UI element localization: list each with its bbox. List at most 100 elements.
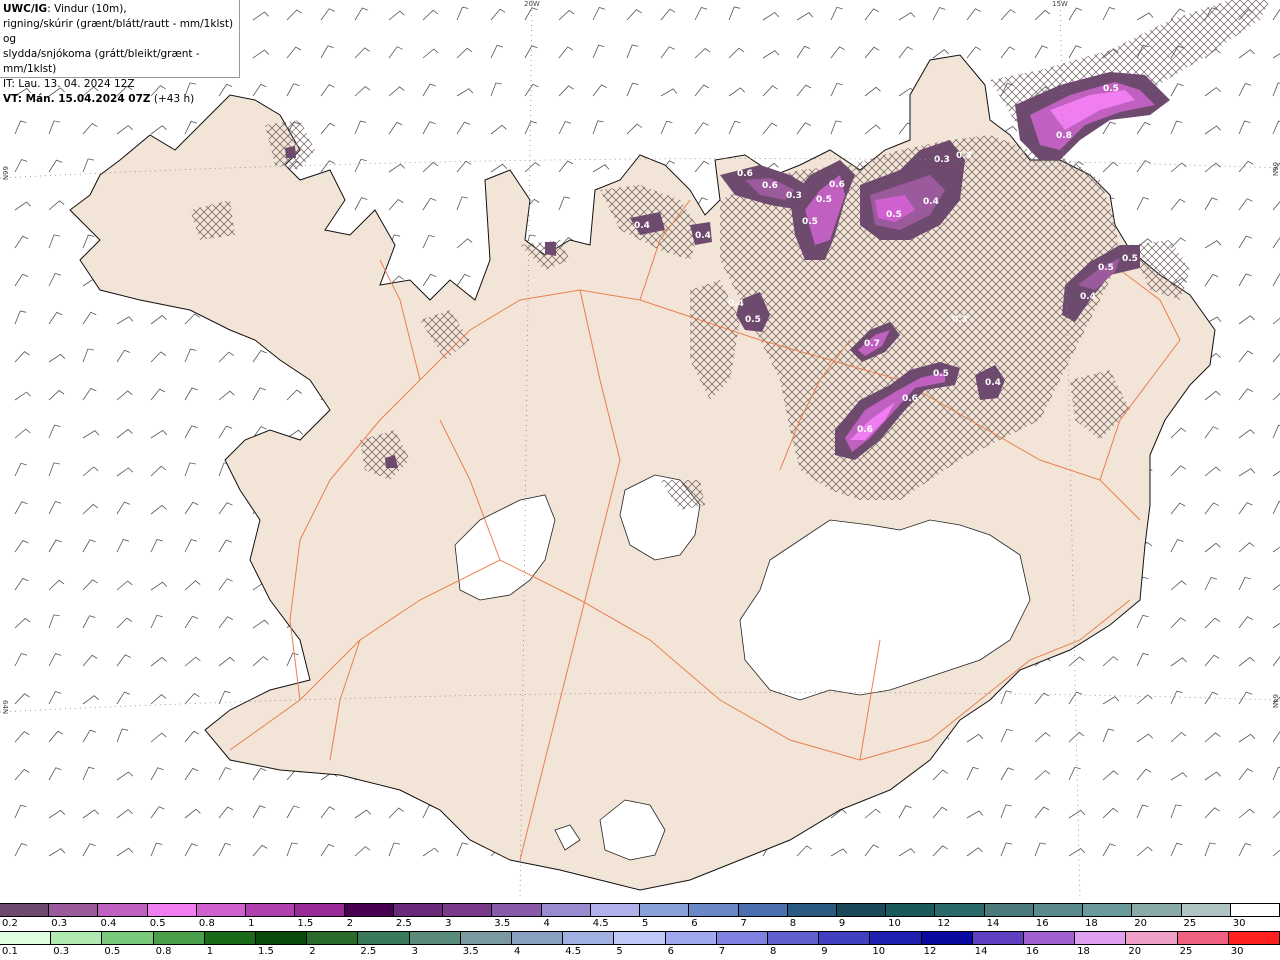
legend-swatch: [49, 904, 99, 916]
legend-label: 0.2: [2, 918, 18, 929]
legend-swatch: [153, 932, 205, 944]
legend-label: 2.5: [360, 946, 377, 957]
legend-swatch: [787, 904, 837, 916]
legend-label: 2.5: [395, 918, 412, 929]
legend-label: 25: [1179, 946, 1193, 957]
legend-label: 4: [514, 946, 521, 957]
legend-swatch: [870, 932, 922, 944]
legend-label: 8: [789, 918, 797, 929]
legend-label: 12: [937, 918, 951, 929]
legend-swatch: [935, 904, 985, 916]
legend-swatch: [716, 932, 769, 944]
info-line-3: slydda/snjókoma (grátt/bleikt/grænt - mm…: [3, 48, 200, 75]
legend-label: 10: [888, 918, 901, 929]
info-line-2: rigning/skúrir (grænt/blátt/rautt - mm/1…: [3, 18, 234, 45]
legend-label: 1: [206, 946, 214, 957]
legend-label: 3: [445, 918, 452, 929]
lat-label-64n-right: 64N: [1271, 694, 1279, 709]
legend-swatch: [492, 904, 542, 916]
legend-swatch: [984, 904, 1034, 916]
legend-label: 16: [1035, 918, 1049, 929]
legend-swatch: [102, 932, 154, 944]
legend-swatch: [541, 904, 591, 916]
map-info-box: UWC/IG: Vindur (10m), rigning/skúrir (gr…: [0, 0, 240, 105]
legend-swatch: [393, 904, 444, 916]
snow-legend-labels: 0.2 0.3 0.4 0.5 0.8 1 1.5 2 2.5 3 3.5 4 4.5 5 6 7 8 9 10 12…: [0, 918, 1280, 932]
legend-swatch: [51, 932, 103, 944]
snow-label: 0.6: [857, 425, 873, 435]
snow-label: 0.4: [695, 231, 711, 241]
rain-legend-labels: 0.1 0.3 0.5 0.8 1 1.5 2 2.5 3 3.5 4 4.5 5 6 7 8 9 10 12 14 1…: [0, 946, 1280, 960]
snow-label: 0.4: [923, 197, 939, 207]
color-legend: 0.2 0.3 0.4 0.5 0.8 1 1.5 2 2.5 3 3.5 4 4.5 5 6 7 8 9 10 12…: [0, 900, 1280, 960]
legend-swatch: [1024, 932, 1076, 944]
legend-label: 2: [309, 946, 316, 957]
legend-label: 18: [1085, 918, 1098, 929]
info-variable: : Vindur (10m),: [47, 3, 127, 15]
legend-swatch: [98, 904, 148, 916]
legend-label: 20: [1134, 918, 1148, 929]
legend-label: 14: [974, 946, 988, 957]
snow-label: 0.6: [762, 181, 778, 191]
init-time: IT: Lau. 13. 04. 2024 12Z: [3, 78, 135, 90]
snow-label: 0.5: [802, 217, 818, 227]
snow-label: 0.5: [886, 210, 902, 220]
snow-label: 0.5: [1103, 84, 1119, 94]
legend-label: 16: [1026, 946, 1039, 957]
legend-label: 1.5: [297, 918, 314, 929]
legend-swatch: [738, 904, 788, 916]
legend-label: 25: [1183, 918, 1197, 929]
legend-swatch: [563, 932, 615, 944]
legend-label: 18: [1077, 946, 1090, 957]
legend-swatch: [358, 932, 410, 944]
legend-label: 3: [411, 946, 418, 957]
lat-label-66n-left: 66N: [1, 166, 9, 181]
legend-label: 14: [986, 918, 1000, 929]
legend-swatch: [972, 932, 1025, 944]
legend-label: 0.5: [149, 918, 166, 929]
lat-label-66n-right: 66N: [1271, 162, 1279, 177]
legend-label: 30: [1230, 946, 1244, 957]
legend-label: 0.4: [100, 918, 117, 929]
legend-label: 3.5: [494, 918, 511, 929]
snow-label: 0.5: [1122, 254, 1138, 264]
snow-label: 0.5: [745, 315, 761, 325]
legend-label: 12: [923, 946, 937, 957]
legend-label: 0.1: [2, 946, 18, 957]
legend-swatch: [921, 932, 973, 944]
legend-swatch: [1132, 904, 1182, 916]
legend-swatch: [409, 932, 461, 944]
legend-label: 0.8: [155, 946, 172, 957]
legend-swatch: [147, 904, 197, 916]
legend-label: 0.3: [51, 918, 68, 929]
legend-swatch: [1033, 904, 1084, 916]
legend-label: 5: [642, 918, 649, 929]
legend-label: 30: [1232, 918, 1246, 929]
legend-swatch: [1177, 932, 1229, 944]
info-line-1: UWC/IG: Vindur (10m),: [3, 2, 236, 17]
legend-swatch: [614, 932, 666, 944]
legend-swatch: [307, 932, 359, 944]
lat-label-64n-left: 64N: [1, 700, 9, 715]
snow-label: 0.5: [1098, 263, 1114, 273]
lon-label-15w: 15W: [1052, 0, 1068, 8]
snow-label: 0.3: [956, 151, 972, 161]
legend-label: 6: [691, 918, 698, 929]
snow-label: 0.8: [1056, 131, 1072, 141]
legend-label: 20: [1128, 946, 1142, 957]
legend-swatch: [1230, 904, 1280, 916]
legend-swatch: [689, 904, 739, 916]
snow-label: 0.4: [985, 378, 1001, 388]
snow-label: 0.6: [737, 169, 753, 179]
legend-swatch: [295, 904, 345, 916]
weather-map[interactable]: 0.6 0.6 0.3 0.5 0.6 0.5 0.4 0.3 0.3 0.5 …: [0, 0, 1280, 900]
legend-label: 5: [616, 946, 623, 957]
snow-label: 0.4: [728, 299, 744, 309]
legend-swatch: [1075, 932, 1127, 944]
legend-swatch: [443, 904, 493, 916]
legend-label: 9: [838, 918, 846, 929]
legend-swatch: [640, 904, 690, 916]
legend-swatch: [196, 904, 247, 916]
legend-label: 2: [346, 918, 353, 929]
legend-swatch: [1181, 904, 1231, 916]
